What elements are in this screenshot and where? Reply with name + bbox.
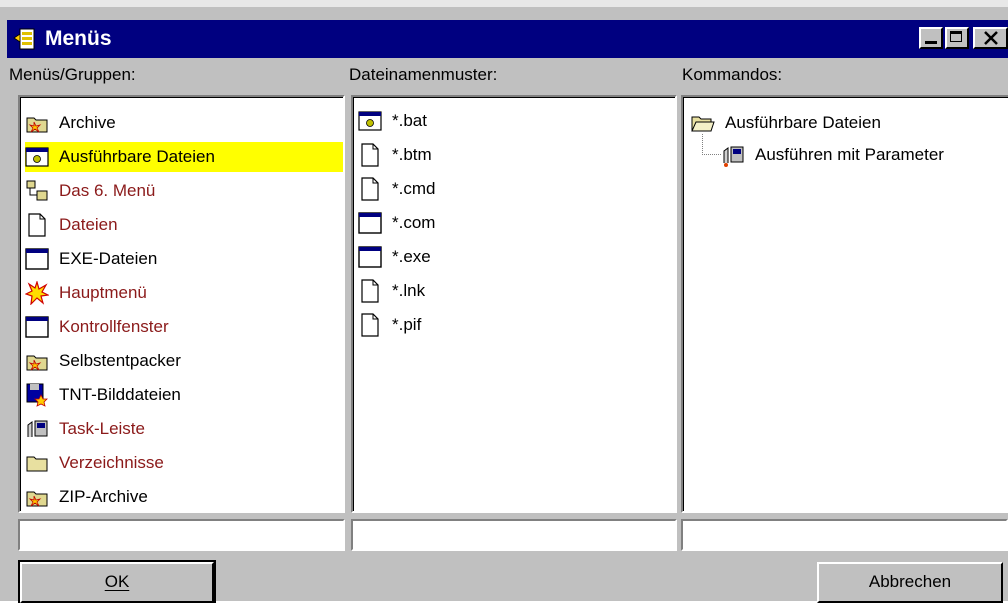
archive-folder-icon [26,355,48,371]
commands-column-label: Kommandos: [682,65,783,84]
group-item-label: ZIP-Archive [59,487,148,506]
tree-root-label: Ausführbare Dateien [725,113,881,132]
group-item-label: Dateien [59,215,118,234]
group-item[interactable]: Selbstentpacker [25,346,343,376]
star-burst-icon [25,281,49,305]
pattern-item-label: *.exe [392,247,431,266]
minimize-button[interactable] [919,27,943,49]
pattern-item[interactable]: *.exe [358,242,558,272]
patterns-edit-field[interactable] [351,519,677,551]
pattern-item[interactable]: *.lnk [358,276,558,306]
minimize-icon [925,41,937,44]
group-item-label: Verzeichnisse [59,453,164,472]
pattern-item-label: *.lnk [392,281,426,300]
group-item[interactable]: Dateien [25,210,343,240]
close-icon [984,31,998,45]
group-item-label: Archive [59,113,116,132]
group-item-label: Task-Leiste [59,419,145,438]
menus-dialog: Menüs Menüs/Gruppen: Dateinamenmuster: K… [0,0,1008,603]
groups-column-label: Menüs/Gruppen: [9,65,136,84]
cancel-button-label: Abbrechen [868,572,952,591]
group-item-label: Ausführbare Dateien [59,147,215,166]
maximize-icon [950,31,962,42]
group-item[interactable]: TNT-Bilddateien [25,380,343,410]
document-icon [361,313,379,337]
document-icon [361,143,379,167]
run-parameter-icon [27,420,48,437]
batch-window-icon [25,147,49,167]
group-item-label: Hauptmenü [59,283,147,302]
ok-button-label: OK [104,572,130,591]
group-item[interactable]: Task-Leiste [25,414,343,444]
close-button[interactable] [973,27,1008,49]
tree-child-item[interactable]: Ausführen mit Parameter [721,140,1008,170]
group-item[interactable]: Archive [25,108,343,138]
group-item-label: Das 6. Menü [59,181,156,200]
archive-folder-icon [26,117,48,133]
pattern-item[interactable]: *.cmd [358,174,558,204]
document-icon [28,213,46,237]
group-item[interactable]: Verzeichnisse [25,448,343,478]
pattern-item-label: *.pif [392,315,422,334]
pattern-item-label: *.com [392,213,436,232]
window-icon [358,246,382,268]
title-bar[interactable]: Menüs [7,20,1008,58]
tree-connector [702,134,721,155]
cancel-button[interactable]: Abbrechen [817,562,1003,603]
patterns-list[interactable]: *.bat *.btm *.cmd *.com *.exe *.lnk *.pif [351,95,677,513]
batch-window-icon [358,111,382,131]
pattern-item[interactable]: *.com [358,208,558,238]
groups-edit-field[interactable] [18,519,345,551]
group-item[interactable]: Ausführbare Dateien [25,142,343,172]
patterns-column-label: Dateinamenmuster: [349,65,498,84]
commands-edit-field[interactable] [681,519,1008,551]
groups-list[interactable]: Archive Ausführbare Dateien Das 6. Menü Dat… [18,95,345,513]
menu-tree-icon [26,180,48,201]
floppy-star-icon [26,383,48,407]
group-item[interactable]: Das 6. Menü [25,176,343,206]
pattern-item[interactable]: *.btm [358,140,558,170]
menu-app-icon [13,28,35,50]
window-icon [358,212,382,234]
pattern-item-label: *.btm [392,145,432,164]
window-icon [25,248,49,270]
pattern-item-label: *.cmd [392,179,436,198]
group-item-label: TNT-Bilddateien [59,385,181,404]
maximize-button[interactable] [945,27,969,49]
group-item[interactable]: ZIP-Archive [25,482,343,511]
folder-icon [26,456,48,472]
archive-folder-icon [26,491,48,507]
pattern-item-label: *.bat [392,111,427,130]
run-parameter-icon [723,146,744,167]
group-item[interactable]: Kontrollfenster [25,312,343,342]
group-item-label: Kontrollfenster [59,317,169,336]
group-item-label: Selbstentpacker [59,351,181,370]
pattern-item[interactable]: *.bat [358,106,558,136]
ok-button[interactable]: OK [18,560,216,603]
group-item-label: EXE-Dateien [59,249,158,268]
tree-root-item[interactable]: Ausführbare Dateien [691,108,991,138]
group-item[interactable]: Hauptmenü [25,278,343,308]
window-icon [25,316,49,338]
window-title: Menüs [45,27,112,50]
document-icon [361,279,379,303]
tree-child-label: Ausführen mit Parameter [755,145,944,164]
commands-tree[interactable]: Ausführbare Dateien Ausführen mit Parame… [681,95,1008,513]
group-item[interactable]: EXE-Dateien [25,244,343,274]
open-folder-icon [691,116,715,132]
document-icon [361,177,379,201]
pattern-item[interactable]: *.pif [358,310,558,340]
